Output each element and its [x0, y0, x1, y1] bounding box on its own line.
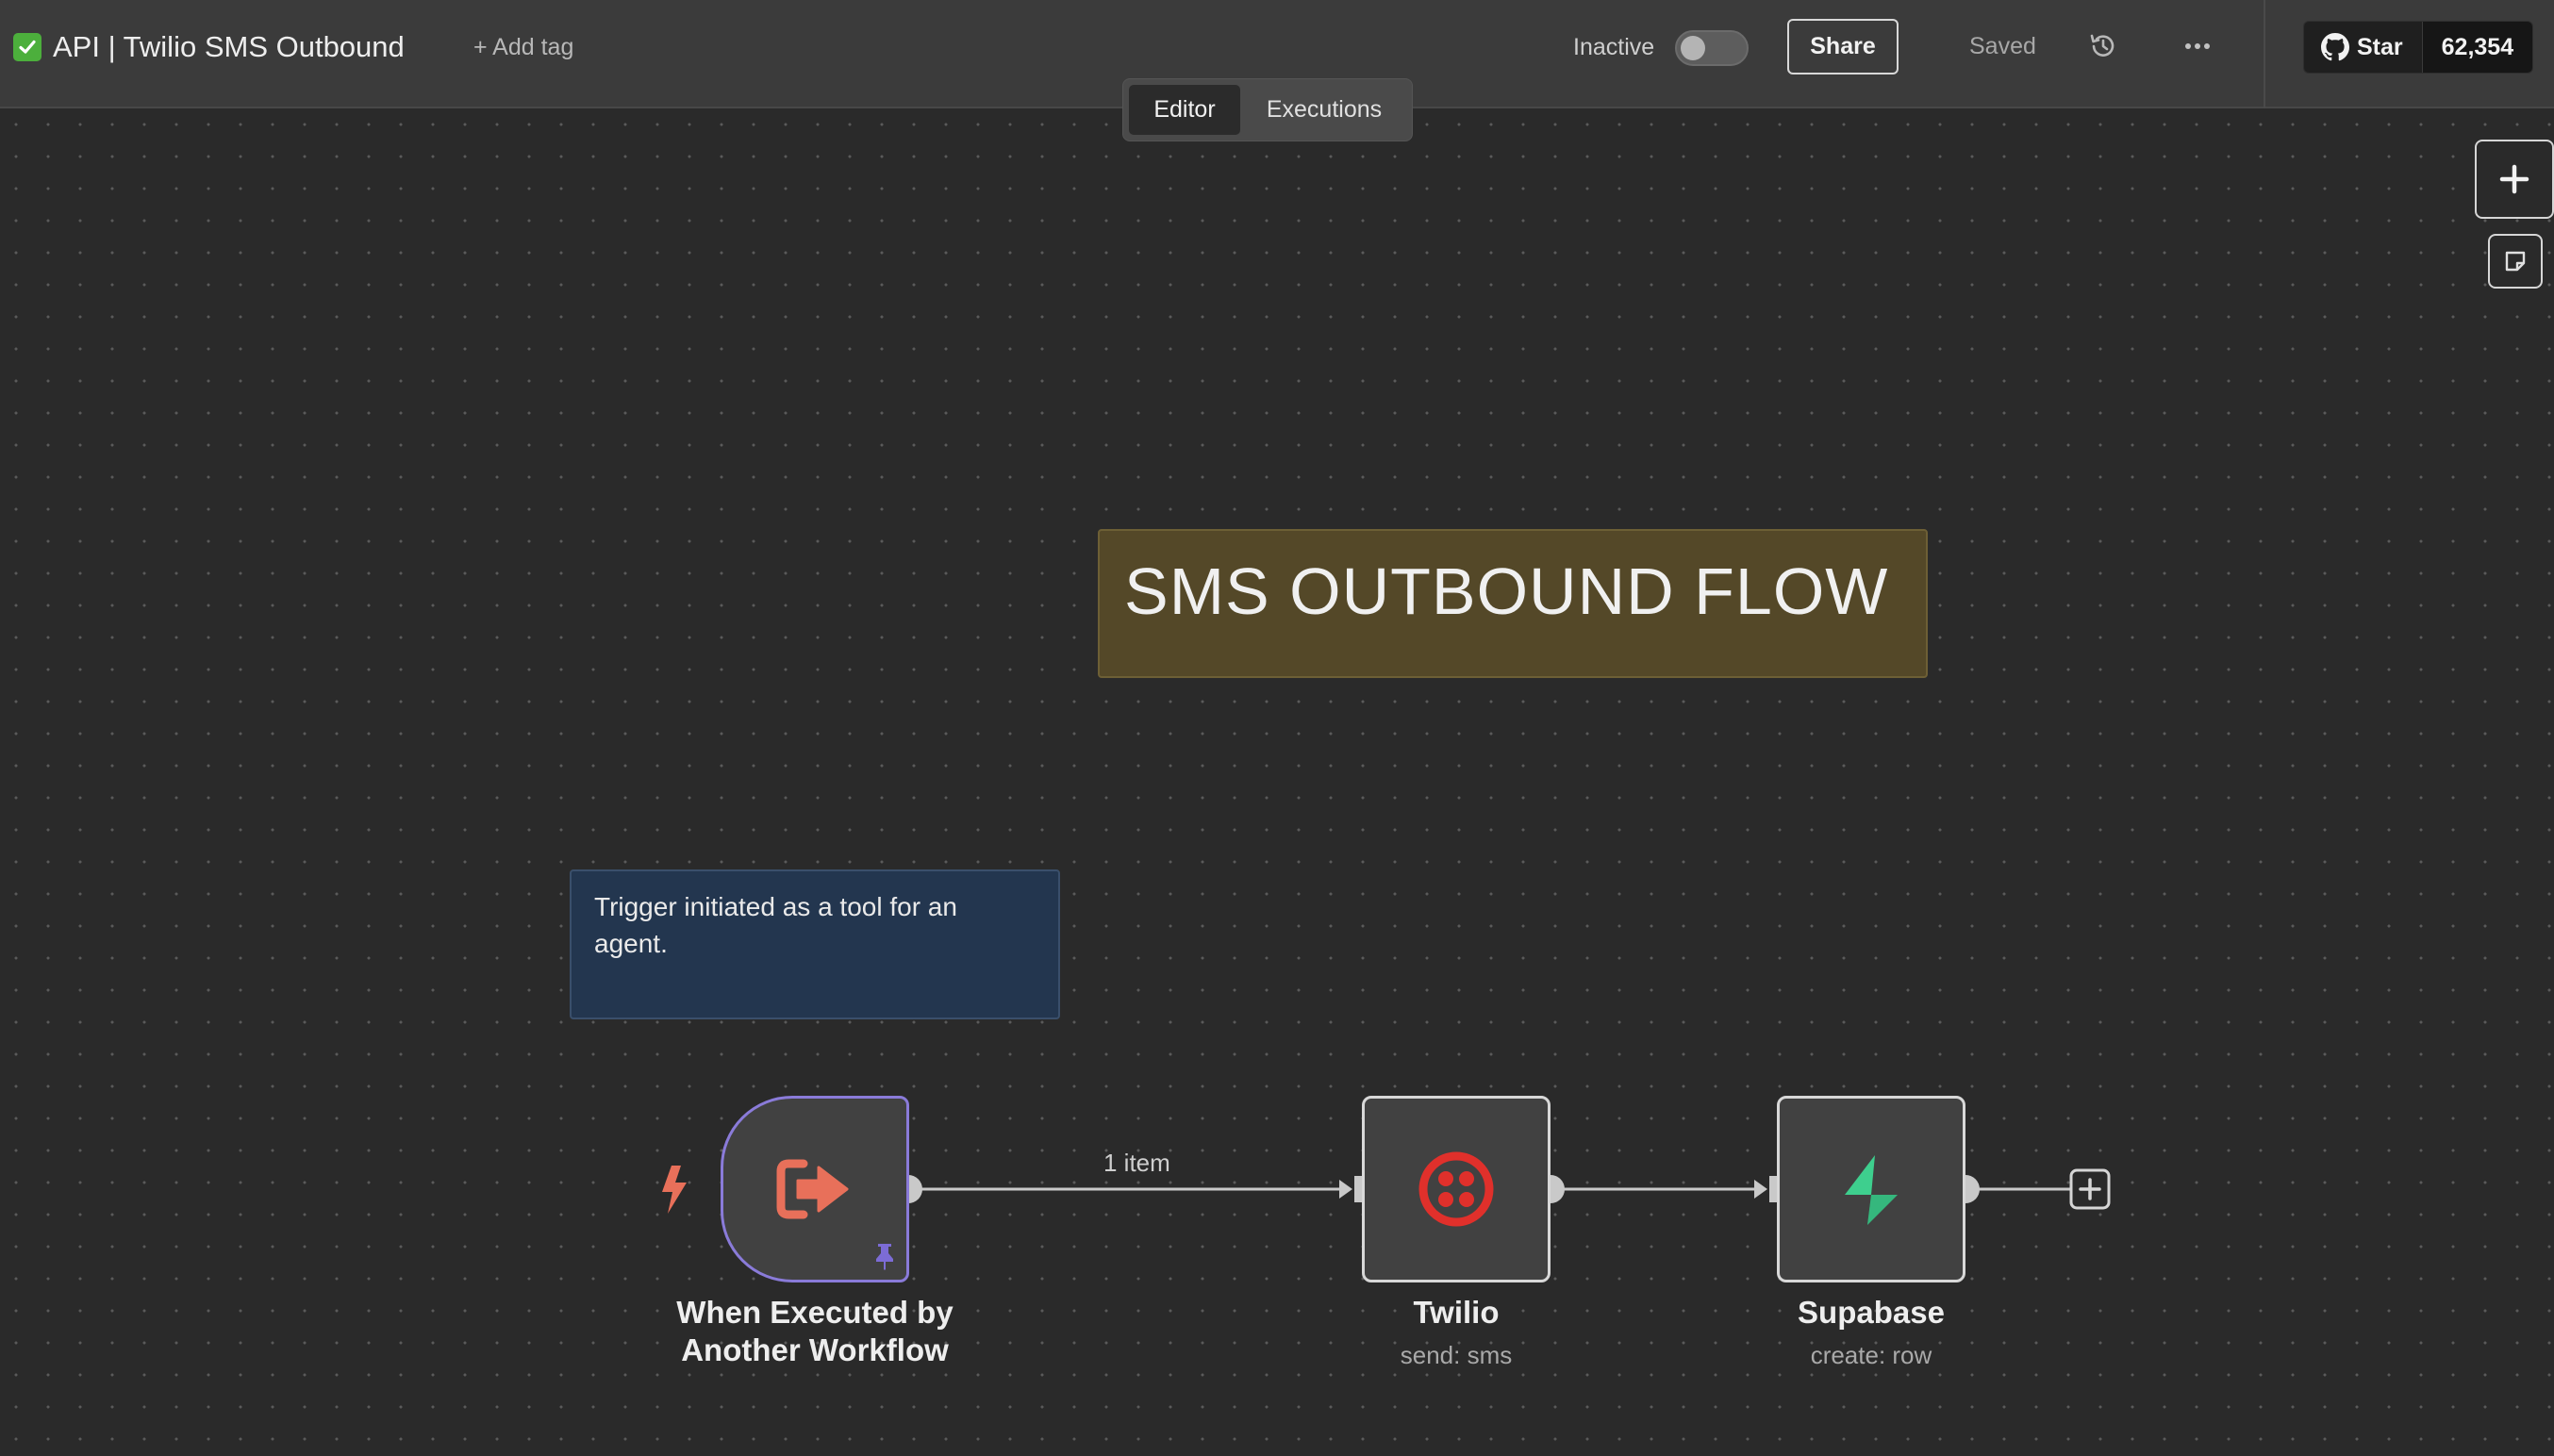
node-subtitle-twilio: send: sms [1400, 1341, 1513, 1369]
node-subtitle-supabase: create: row [1810, 1341, 1932, 1369]
node-when-executed-by-another-workflow[interactable] [721, 1096, 909, 1282]
supabase-icon [1845, 1155, 1898, 1225]
node-supabase[interactable] [1777, 1096, 1965, 1282]
node-twilio[interactable] [1362, 1096, 1551, 1282]
node-label-trigger: When Executed by Another Workflow [676, 1295, 954, 1367]
connections-layer [662, 1166, 2111, 1214]
supabase-input-arrow [1754, 1180, 1767, 1199]
edge-item-count: 1 item [1103, 1149, 1170, 1177]
node-label-twilio: Twilio [1413, 1295, 1500, 1330]
twilio-icon [1418, 1151, 1494, 1227]
node-label-supabase: Supabase [1798, 1295, 1945, 1330]
pin-icon [876, 1244, 893, 1270]
exit-arrow-icon [776, 1159, 849, 1219]
trigger-lightning-icon [662, 1166, 687, 1214]
twilio-input-arrow [1339, 1180, 1352, 1199]
